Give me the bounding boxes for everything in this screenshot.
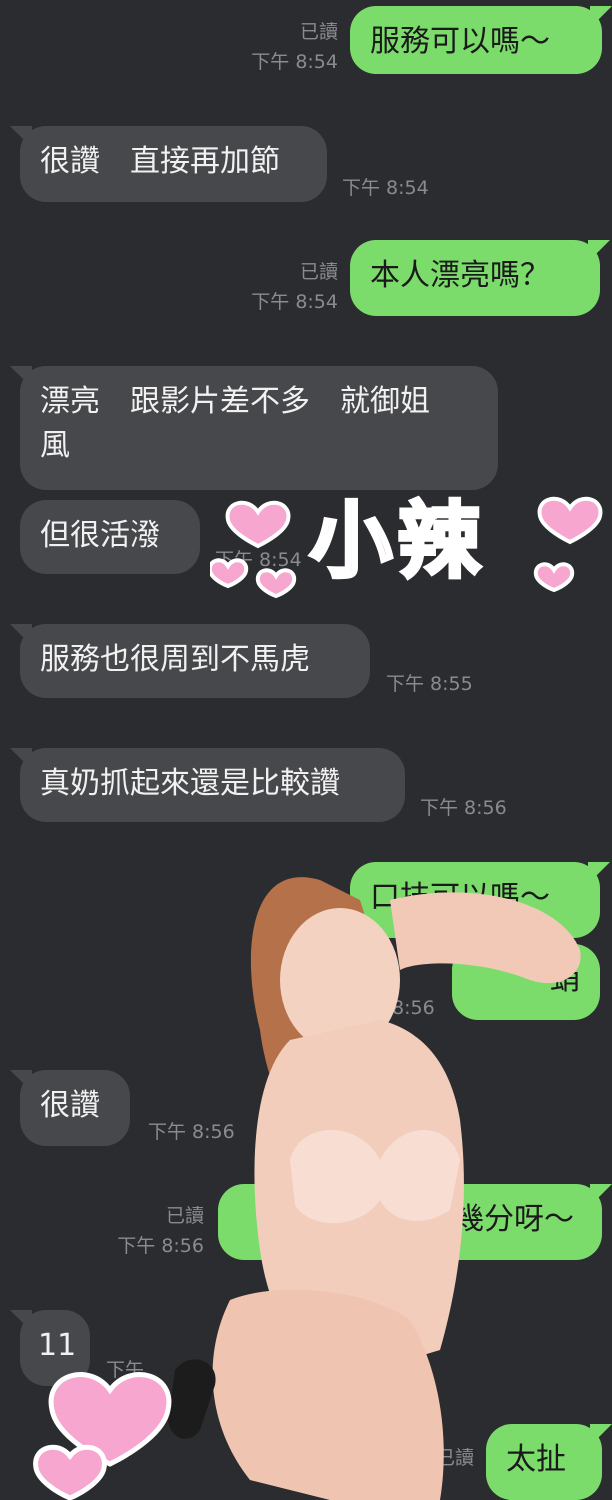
message-text-line: 漂亮 跟影片差不多 就御姐	[40, 384, 430, 419]
message-bubble-outgoing[interactable]: 本人漂亮嗎？	[350, 240, 610, 316]
message-text: 很讚	[40, 1088, 100, 1123]
message-time: 下午 8:56	[420, 797, 507, 819]
message-text: 11	[38, 1328, 77, 1363]
message-time: 下午 8:54	[251, 51, 338, 73]
message-text: 口技可以嗎～	[370, 880, 550, 915]
message-bubble-incoming[interactable]: 漂亮 跟影片差不多 就御姐 風	[10, 366, 498, 490]
message-text: 但很活潑	[40, 518, 160, 553]
message-time: 下午 8:54	[342, 177, 429, 199]
read-receipt: 已讀	[299, 261, 338, 283]
chat-view: 服務可以嗎～ 已讀 下午 8:54 很讚 直接再加節 下午 8:54 本人漂亮嗎…	[0, 0, 612, 1500]
read-receipt: 已讀	[435, 1447, 474, 1469]
read-receipt: 已讀	[165, 1205, 204, 1227]
message-bubble-incoming[interactable]: 11	[10, 1310, 90, 1386]
message-time: 下午 8:56	[148, 1121, 235, 1143]
message-time: 8:56	[392, 997, 435, 1019]
sticker-xiaola: 小辣	[210, 478, 612, 612]
message-time: 下午 8:56	[117, 1235, 204, 1257]
read-receipt: 已讀	[299, 21, 338, 43]
message-time: 下午	[106, 1359, 145, 1381]
message-bubble-incoming[interactable]: 很讚	[10, 1070, 130, 1146]
message-time: 下午 8:54	[251, 291, 338, 313]
message-text: 服務也很周到不馬虎	[40, 642, 310, 677]
sticker-text: 小辣	[308, 492, 487, 591]
message-text: 蛸	[550, 962, 580, 997]
message-text: 給幾分呀～	[424, 1202, 574, 1237]
message-text: 體	[278, 1202, 308, 1237]
message-bubble-incoming[interactable]: 真奶抓起來還是比較讚	[10, 748, 405, 822]
message-bubble-outgoing[interactable]: 服務可以嗎～	[350, 6, 612, 74]
message-bubble-outgoing[interactable]: 蛸	[452, 944, 600, 1020]
message-bubble-incoming[interactable]: 但很活潑	[20, 500, 200, 574]
message-bubble-incoming[interactable]: 服務也很周到不馬虎	[10, 624, 370, 698]
message-text-line: 風	[40, 428, 70, 463]
message-text: 真奶抓起來還是比較讚	[40, 766, 340, 801]
message-bubble-outgoing[interactable]: 太扯	[486, 1424, 612, 1500]
message-text: 太扯	[506, 1442, 566, 1477]
message-text: 本人漂亮嗎？	[370, 258, 550, 293]
message-text: 服務可以嗎～	[370, 24, 550, 59]
message-text: 很讚 直接再加節	[40, 144, 280, 179]
message-bubble-outgoing[interactable]: 口技可以嗎～	[350, 862, 610, 938]
message-time: 下午 8:55	[386, 673, 473, 695]
message-bubble-outgoing[interactable]: 體 給幾分呀～	[218, 1184, 612, 1260]
message-bubble-incoming[interactable]: 很讚 直接再加節	[10, 126, 327, 202]
